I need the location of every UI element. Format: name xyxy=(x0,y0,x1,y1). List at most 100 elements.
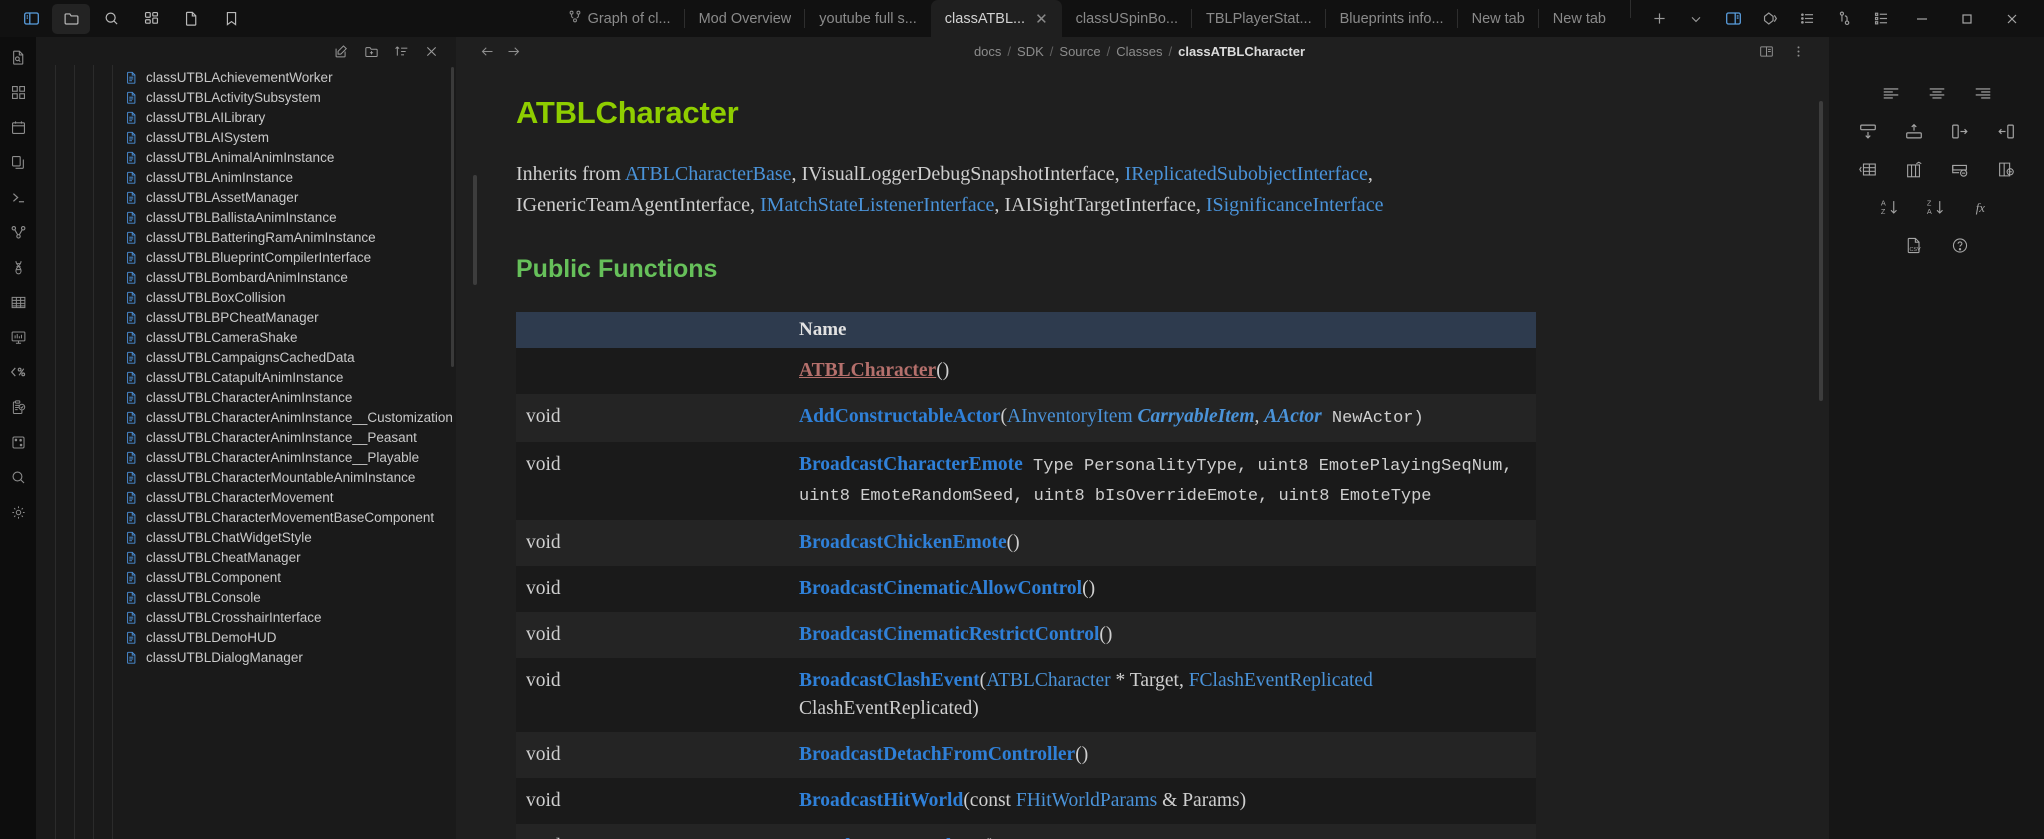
breadcrumb-item-classes[interactable]: Classes xyxy=(1116,44,1162,59)
insert-column-right-icon[interactable] xyxy=(1943,117,1977,145)
insert-row-below-icon[interactable] xyxy=(1851,117,1885,145)
copy-icon[interactable] xyxy=(3,147,33,177)
tree-row[interactable]: classUTBLDialogManager xyxy=(36,647,456,667)
clipboard-check-icon[interactable] xyxy=(3,392,33,422)
breadcrumb-item-sdk[interactable]: SDK xyxy=(1017,44,1044,59)
document-scrollbar[interactable] xyxy=(1819,101,1823,401)
tree-row[interactable]: classUTBLCharacterAnimInstance xyxy=(36,387,456,407)
remove-header-column-icon[interactable] xyxy=(1989,155,2023,183)
delete-row-icon[interactable] xyxy=(1851,155,1885,183)
tree-row[interactable]: classUTBLBombardAnimInstance xyxy=(36,267,456,287)
tree-row[interactable]: classUTBLDemoHUD xyxy=(36,627,456,647)
function-name-link[interactable]: BroadcastClashEvent xyxy=(799,670,980,691)
graph-nodes-icon[interactable] xyxy=(3,217,33,247)
sort-icon[interactable] xyxy=(390,40,412,62)
document-scroll-area[interactable]: ATBLCharacter Inherits from ATBLCharacte… xyxy=(456,65,1829,839)
tree-row[interactable]: classUTBLCharacterAnimInstance__Customiz… xyxy=(36,407,456,427)
calendar-icon[interactable] xyxy=(3,112,33,142)
new-tab-icon[interactable] xyxy=(1641,4,1677,34)
tree-row[interactable]: classUTBLCharacterMovementBaseComponent xyxy=(36,507,456,527)
dashboard-grid-icon[interactable] xyxy=(3,77,33,107)
inherits-link[interactable]: ISignificanceInterface xyxy=(1206,194,1384,216)
minimize-button[interactable] xyxy=(1900,1,1944,37)
tree-row[interactable]: classUTBLCatapultAnimInstance xyxy=(36,367,456,387)
remove-header-row-icon[interactable] xyxy=(1943,155,1977,183)
toggle-right-panel-icon[interactable] xyxy=(1715,4,1751,34)
chart-monitor-icon[interactable] xyxy=(3,322,33,352)
back-button[interactable] xyxy=(474,39,500,63)
align-left-icon[interactable] xyxy=(1874,79,1908,107)
collapse-all-icon[interactable] xyxy=(420,40,442,62)
terminal-icon[interactable] xyxy=(3,182,33,212)
tree-row[interactable]: classUTBLAISystem xyxy=(36,127,456,147)
tree-row[interactable]: classUTBLChatWidgetStyle xyxy=(36,527,456,547)
tab-classatbl-active[interactable]: classATBL... ✕ xyxy=(930,0,1062,37)
function-arg[interactable]: AInventoryItem xyxy=(1007,406,1133,427)
function-name-link[interactable]: BroadcastChickenEmote xyxy=(799,532,1007,553)
dna-icon[interactable] xyxy=(3,252,33,282)
tree-row[interactable]: classUTBLCharacterAnimInstance__Playable xyxy=(36,447,456,467)
tree-row[interactable]: classUTBLCameraShake xyxy=(36,327,456,347)
breadcrumb-item-source[interactable]: Source xyxy=(1059,44,1100,59)
tab-mod-overview[interactable]: Mod Overview xyxy=(685,0,806,37)
left-gutter-scrollbar[interactable] xyxy=(473,175,477,285)
close-icon[interactable]: ✕ xyxy=(1035,10,1048,28)
align-center-icon[interactable] xyxy=(1920,79,1954,107)
function-name-link[interactable]: AddConstructableActor xyxy=(799,406,1000,427)
outline-icon[interactable] xyxy=(1863,4,1899,34)
function-arg[interactable]: FHitWorldParams xyxy=(1016,790,1157,811)
reading-view-icon[interactable] xyxy=(1753,39,1779,63)
insert-column-left-icon[interactable] xyxy=(1989,117,2023,145)
inherits-link[interactable]: IReplicatedSubobjectInterface xyxy=(1125,163,1368,185)
tab-tblplayerstat[interactable]: TBLPlayerStat... xyxy=(1192,0,1326,37)
settings-gear-icon[interactable] xyxy=(3,497,33,527)
tab-blueprints-info[interactable]: Blueprints info... xyxy=(1326,0,1458,37)
chevron-down-icon[interactable] xyxy=(1678,4,1714,34)
tree-row[interactable]: classUTBLAchievementWorker xyxy=(36,67,456,87)
forward-button[interactable] xyxy=(500,39,526,63)
tree-row[interactable]: classUTBLCharacterMovement xyxy=(36,487,456,507)
align-right-icon[interactable] xyxy=(1966,79,2000,107)
tree-row[interactable]: classUTBLAnimalAnimInstance xyxy=(36,147,456,167)
insert-row-above-icon[interactable] xyxy=(1897,117,1931,145)
list-icon[interactable] xyxy=(1789,4,1825,34)
tree-row[interactable]: classUTBLAssetManager xyxy=(36,187,456,207)
magnifier-icon[interactable] xyxy=(3,462,33,492)
dice-icon[interactable] xyxy=(3,427,33,457)
more-options-icon[interactable] xyxy=(1785,39,1811,63)
tab-classuspinbo[interactable]: classUSpinBo... xyxy=(1062,0,1193,37)
folder-icon[interactable] xyxy=(52,3,90,34)
close-button[interactable] xyxy=(1990,1,2034,37)
breadcrumb-item-docs[interactable]: docs xyxy=(974,44,1001,59)
sort-descending-icon[interactable]: Z A xyxy=(1920,193,1954,221)
file-tree[interactable]: classUTBLAchievementWorker classUTBLActiv… xyxy=(36,65,456,839)
tree-row[interactable]: classUTBLBoxCollision xyxy=(36,287,456,307)
tree-row[interactable]: classUTBLCrosshairInterface xyxy=(36,607,456,627)
tree-row[interactable]: classUTBLBatteringRamAnimInstance xyxy=(36,227,456,247)
inherits-link[interactable]: IMatchStateListenerInterface xyxy=(760,194,994,216)
git-branch-icon[interactable] xyxy=(1826,4,1862,34)
new-folder-icon[interactable] xyxy=(360,40,382,62)
new-note-icon[interactable] xyxy=(330,40,352,62)
maximize-button[interactable] xyxy=(1945,1,1989,37)
function-arg[interactable]: CarryableItem xyxy=(1138,406,1255,427)
table-icon[interactable] xyxy=(3,287,33,317)
tree-row[interactable]: classUTBLCampaignsCachedData xyxy=(36,347,456,367)
tree-row[interactable]: classUTBLActivitySubsystem xyxy=(36,87,456,107)
file-icon[interactable] xyxy=(172,4,210,34)
tree-row[interactable]: classUTBLCharacterMountableAnimInstance xyxy=(36,467,456,487)
code-percent-icon[interactable] xyxy=(3,357,33,387)
function-name-link[interactable]: ATBLCharacter xyxy=(799,360,936,381)
tree-row[interactable]: classUTBLComponent xyxy=(36,567,456,587)
tree-row[interactable]: classUTBLCheatManager xyxy=(36,547,456,567)
inherits-link[interactable]: ATBLCharacterBase xyxy=(625,163,792,185)
export-csv-icon[interactable]: CSV xyxy=(1897,231,1931,259)
function-name-link[interactable]: BroadcastCharacterEmote xyxy=(799,454,1023,475)
explorer-scrollbar[interactable] xyxy=(451,67,454,367)
tree-row[interactable]: classUTBLAILibrary xyxy=(36,107,456,127)
function-arg[interactable]: ATBLCharacter xyxy=(986,670,1111,691)
function-name-link[interactable]: BroadcastHitWorld xyxy=(799,790,963,811)
tree-row[interactable]: classUTBLBlueprintCompilerInterface xyxy=(36,247,456,267)
grid-icon[interactable] xyxy=(132,4,170,34)
tree-row[interactable]: classUTBLCharacterAnimInstance__Peasant xyxy=(36,427,456,447)
